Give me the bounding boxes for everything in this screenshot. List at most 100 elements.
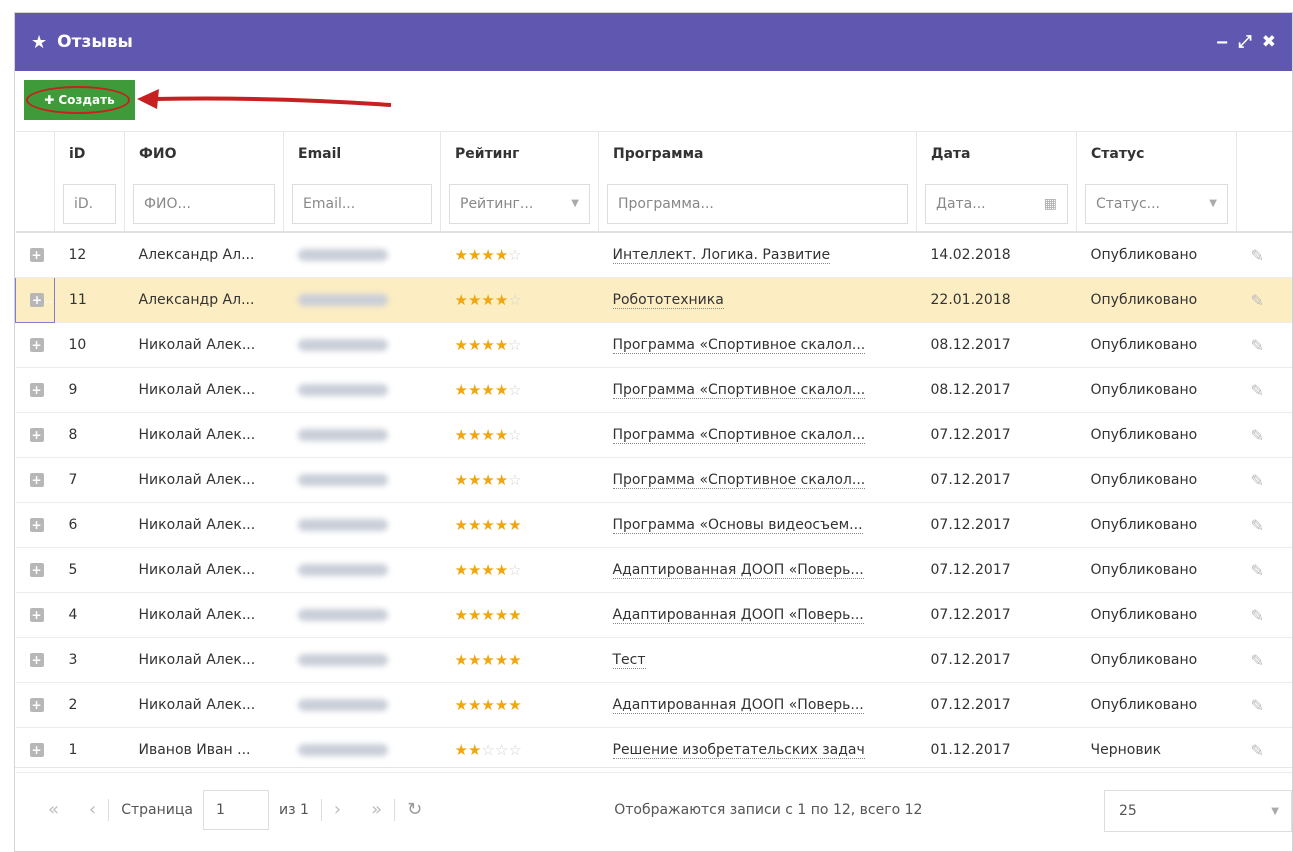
cell-edit[interactable]: ✎ — [1236, 637, 1292, 683]
pencil-icon[interactable]: ✎ — [1251, 651, 1264, 670]
table-row[interactable]: +1 Иванов Иван ... ★★☆☆☆ Решение изобретате… — [15, 727, 1292, 773]
program-link[interactable]: Адаптированная ДООП «Поверь... — [612, 562, 864, 579]
expand-icon[interactable]: + — [29, 518, 44, 532]
table-row[interactable]: +9 Николай Алек... ★★★★☆ Программа «Спортив… — [15, 367, 1292, 413]
pencil-icon[interactable]: ✎ — [1251, 741, 1264, 760]
pencil-icon[interactable]: ✎ — [1251, 561, 1264, 580]
prev-page-icon[interactable]: ‹ — [89, 799, 96, 820]
pencil-icon[interactable]: ✎ — [1251, 516, 1264, 535]
first-page-icon[interactable]: « — [48, 799, 59, 820]
program-link[interactable]: Интеллект. Логика. Развитие — [612, 247, 831, 264]
cell-program[interactable]: Программа «Спортивное скалол... — [598, 457, 917, 503]
cell-program[interactable]: Адаптированная ДООП «Поверь... — [598, 592, 917, 638]
table-row[interactable]: +12 Александр Ал... ★★★★☆ Интеллект. Логика… — [15, 232, 1292, 278]
table-row[interactable]: +11 Александр Ал... ★★★★☆ Робототехника 22.0… — [15, 277, 1292, 323]
cell-edit[interactable]: ✎ — [1236, 502, 1292, 548]
table-row[interactable]: +3 Николай Алек... ★★★★★ Тест 07.12.2017 Опуб… — [15, 637, 1292, 683]
expand-icon[interactable]: + — [29, 698, 44, 712]
cell-edit[interactable]: ✎ — [1236, 367, 1292, 413]
cell-program[interactable]: Программа «Спортивное скалол... — [598, 322, 917, 368]
expand-icon[interactable]: + — [29, 563, 44, 577]
cell-program[interactable]: Программа «Спортивное скалол... — [598, 367, 917, 413]
pencil-icon[interactable]: ✎ — [1251, 291, 1264, 310]
table-row[interactable]: +7 Николай Алек... ★★★★☆ Программа «Спортив… — [15, 457, 1292, 503]
last-page-icon[interactable]: » — [371, 799, 382, 820]
cell-program[interactable]: Адаптированная ДООП «Поверь... — [598, 547, 917, 593]
expand-cell[interactable]: + — [15, 637, 55, 683]
cell-program[interactable]: Робототехника — [598, 277, 917, 323]
cell-edit[interactable]: ✎ — [1236, 457, 1292, 503]
table-row[interactable]: +6 Николай Алек... ★★★★★ Программа «Основы … — [15, 502, 1292, 548]
table-row[interactable]: +10 Николай Алек... ★★★★☆ Программа «Спорти… — [15, 322, 1292, 368]
expand-cell[interactable]: + — [15, 592, 55, 638]
program-link[interactable]: Адаптированная ДООП «Поверь... — [612, 697, 864, 714]
program-link[interactable]: Программа «Основы видеосъем... — [612, 517, 863, 534]
pencil-icon[interactable]: ✎ — [1251, 606, 1264, 625]
pencil-icon[interactable]: ✎ — [1251, 336, 1264, 355]
close-icon[interactable]: ✖ — [1262, 32, 1276, 52]
minimize-icon[interactable]: ‒ — [1216, 32, 1228, 52]
maximize-icon[interactable]: ⤢ — [1238, 32, 1252, 52]
page-input[interactable]: 1 — [202, 789, 269, 830]
program-link[interactable]: Программа «Спортивное скалол... — [612, 382, 866, 399]
table-row[interactable]: +8 Николай Алек... ★★★★☆ Программа «Спортив… — [15, 412, 1292, 458]
program-link[interactable]: Программа «Спортивное скалол... — [612, 472, 866, 489]
filter-program[interactable]: Программа... — [607, 183, 908, 224]
col-program[interactable]: Программа — [598, 131, 917, 176]
expand-icon[interactable]: + — [29, 383, 44, 397]
cell-program[interactable]: Решение изобретательских задач — [598, 727, 917, 773]
refresh-icon[interactable]: ↻ — [407, 799, 422, 820]
filter-email[interactable]: Email... — [292, 183, 432, 224]
expand-icon[interactable]: + — [29, 743, 44, 757]
expand-cell[interactable]: + — [15, 412, 55, 458]
cell-edit[interactable]: ✎ — [1236, 232, 1292, 278]
expand-cell[interactable]: + — [15, 367, 55, 413]
col-email[interactable]: Email — [283, 131, 441, 176]
col-status[interactable]: Статус — [1076, 131, 1237, 176]
table-row[interactable]: +2 Николай Алек... ★★★★★ Адаптированная ДОО… — [15, 682, 1292, 728]
expand-icon[interactable]: + — [29, 473, 44, 487]
col-id[interactable]: iD — [54, 131, 125, 176]
table-row[interactable]: +4 Николай Алек... ★★★★★ Адаптированная ДОО… — [15, 592, 1292, 638]
expand-icon[interactable]: + — [29, 248, 44, 262]
expand-icon[interactable]: + — [29, 653, 44, 667]
cell-program[interactable]: Программа «Основы видеосъем... — [598, 502, 917, 548]
program-link[interactable]: Программа «Спортивное скалол... — [612, 427, 866, 444]
cell-edit[interactable]: ✎ — [1236, 682, 1292, 728]
expand-icon[interactable]: + — [30, 293, 44, 307]
expand-cell[interactable]: + — [15, 322, 55, 368]
pencil-icon[interactable]: ✎ — [1251, 696, 1264, 715]
cell-edit[interactable]: ✎ — [1236, 547, 1292, 593]
expand-icon[interactable]: + — [29, 608, 44, 622]
expand-cell[interactable]: + — [15, 682, 55, 728]
cell-program[interactable]: Адаптированная ДООП «Поверь... — [598, 682, 917, 728]
cell-edit[interactable]: ✎ — [1236, 322, 1292, 368]
filter-status[interactable]: Статус... ▼ — [1085, 183, 1228, 224]
expand-cell[interactable]: + — [15, 502, 55, 548]
expand-cell[interactable]: + — [15, 547, 55, 593]
expand-cell[interactable]: + — [15, 457, 55, 503]
program-link[interactable]: Решение изобретательских задач — [612, 742, 865, 759]
calendar-icon[interactable]: ▦ — [1044, 196, 1057, 212]
expand-cell[interactable]: + — [15, 277, 55, 323]
cell-edit[interactable]: ✎ — [1236, 592, 1292, 638]
expand-icon[interactable]: + — [29, 338, 44, 352]
page-size-select[interactable]: 25 ▼ — [1104, 790, 1292, 832]
cell-program[interactable]: Интеллект. Логика. Развитие — [598, 232, 917, 278]
pencil-icon[interactable]: ✎ — [1251, 426, 1264, 445]
col-fio[interactable]: ФИО — [124, 131, 284, 176]
cell-edit[interactable]: ✎ — [1236, 727, 1292, 773]
col-rating[interactable]: Рейтинг — [440, 131, 599, 176]
program-link[interactable]: Адаптированная ДООП «Поверь... — [612, 607, 864, 624]
program-link[interactable]: Тест — [612, 652, 646, 669]
cell-program[interactable]: Тест — [598, 637, 917, 683]
filter-rating[interactable]: Рейтинг... ▼ — [449, 183, 590, 224]
col-date[interactable]: Дата — [916, 131, 1077, 176]
expand-cell[interactable]: + — [15, 232, 55, 278]
filter-id[interactable]: iD. — [63, 183, 116, 224]
pencil-icon[interactable]: ✎ — [1251, 381, 1264, 400]
cell-edit[interactable]: ✎ — [1236, 277, 1292, 323]
filter-fio[interactable]: ФИО... — [133, 183, 275, 224]
pencil-icon[interactable]: ✎ — [1251, 471, 1264, 490]
program-link[interactable]: Робототехника — [612, 292, 724, 309]
